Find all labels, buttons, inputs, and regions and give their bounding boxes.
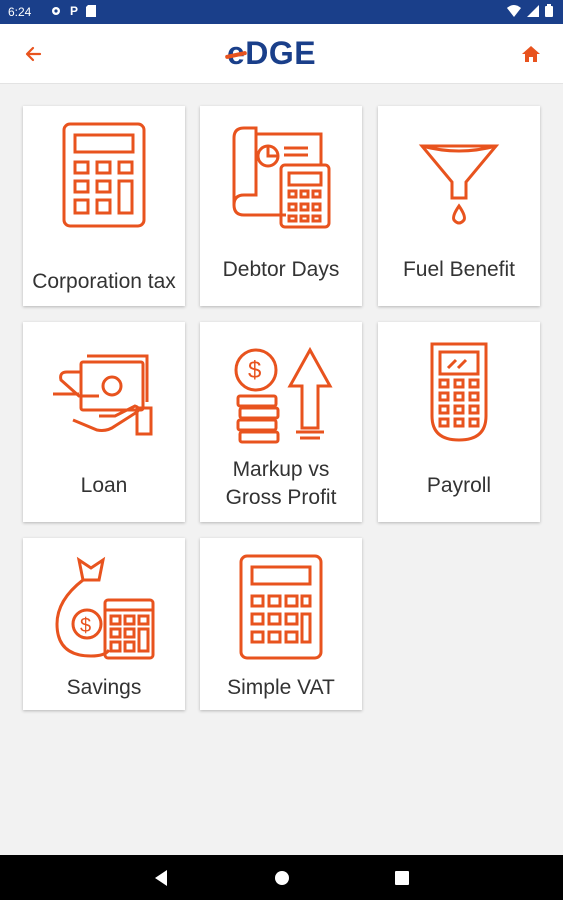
tile-label: Corporation tax (32, 270, 176, 293)
tile-label: Debtor Days (222, 258, 340, 281)
status-bar: 6:24 P (0, 0, 563, 24)
tile-markup-vs-gross-profit[interactable]: $ Markup vs Gross Profit (200, 322, 362, 522)
nav-back-icon[interactable] (152, 868, 172, 888)
tile-corporation-tax[interactable]: Corporation tax (23, 106, 185, 306)
system-nav-bar (0, 855, 563, 900)
sd-card-icon (86, 5, 97, 17)
status-time: 6:24 (8, 5, 32, 19)
tile-label: Savings (66, 676, 142, 699)
signal-icon (527, 4, 539, 17)
app-bar: eDGE (0, 24, 563, 84)
edge-logo: eDGE (227, 35, 316, 72)
home-icon[interactable] (517, 40, 545, 68)
tile-savings[interactable]: $ Savings (23, 538, 185, 710)
pos-terminal-icon (430, 342, 488, 442)
battery-icon (545, 4, 553, 17)
tile-loan[interactable]: Loan (23, 322, 185, 522)
nav-home-icon[interactable] (272, 868, 292, 888)
funnel-icon (418, 144, 500, 225)
tile-debtor-days[interactable]: Debtor Days (200, 106, 362, 306)
hand-money-icon (53, 354, 153, 436)
money-bag-calculator-icon: $ (55, 556, 155, 660)
status-system-icons (507, 4, 553, 17)
parking-p-icon: P (70, 4, 79, 18)
wifi-icon (507, 4, 521, 17)
back-arrow-icon[interactable] (20, 40, 48, 68)
status-notification-icons: P (50, 4, 97, 18)
logo-e: e (227, 35, 246, 71)
nav-recents-icon[interactable] (392, 868, 412, 888)
logo-text: DGE (245, 35, 317, 71)
tile-label: Simple VAT (227, 676, 335, 699)
tile-label: Fuel Benefit (402, 258, 516, 281)
tile-label: Loan (80, 474, 128, 497)
calculator-icon (62, 122, 146, 228)
settings-gear-icon (52, 7, 60, 15)
calculator-icon (239, 554, 323, 660)
tile-label: Markup vs Gross Profit (225, 458, 337, 509)
svg-text:$: $ (80, 615, 91, 637)
tile-label: Payroll (426, 474, 492, 497)
tile-payroll[interactable]: Payroll (378, 322, 540, 522)
tile-fuel-benefit[interactable]: Fuel Benefit (378, 106, 540, 306)
tile-simple-vat[interactable]: Simple VAT (200, 538, 362, 710)
svg-text:$: $ (248, 357, 261, 384)
blueprint-calculator-icon (232, 126, 331, 229)
coins-arrow-icon: $ (234, 346, 333, 444)
